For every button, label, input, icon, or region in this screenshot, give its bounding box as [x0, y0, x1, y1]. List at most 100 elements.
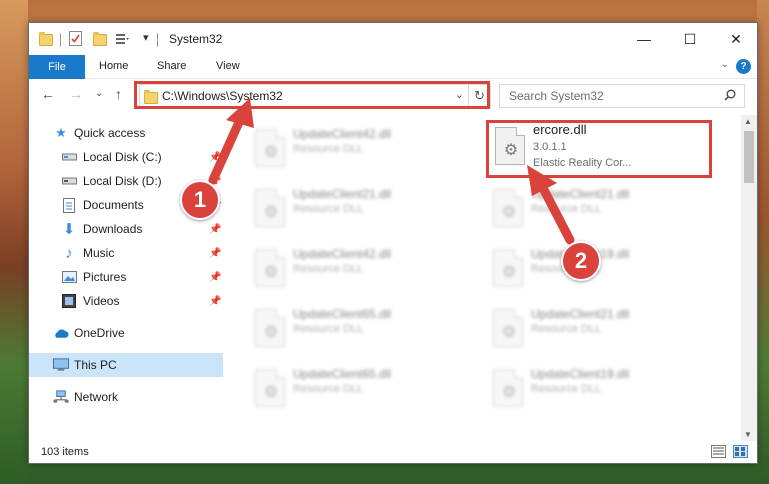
tab-view[interactable]: View — [216, 60, 240, 72]
close-button[interactable]: ✕ — [713, 23, 759, 55]
sidebar-item-this-pc[interactable]: This PC — [29, 353, 223, 377]
file-type: Resource DLL — [531, 323, 602, 335]
pictures-icon — [61, 269, 77, 285]
dll-file-icon: ⚙ — [255, 369, 285, 407]
file-name: UpdateClient42.dll — [293, 247, 392, 261]
download-icon: ⬇ — [62, 221, 76, 238]
gear-icon: ⚙ — [501, 204, 517, 221]
step-badge-1: 1 — [180, 180, 220, 220]
sidebar-item-label: This PC — [74, 358, 117, 372]
item-count: 103 items — [41, 446, 89, 458]
sidebar-item-videos[interactable]: Videos 📌 — [29, 289, 223, 313]
tab-home[interactable]: Home — [99, 60, 128, 72]
window-title: System32 — [169, 32, 223, 46]
file-name: UpdateClient42.dll — [293, 127, 392, 141]
file-type: Resource DLL — [293, 143, 364, 155]
minimize-button[interactable]: — — [621, 23, 667, 55]
file-item[interactable]: ⚙ UpdateClient21.dll Resource DLL — [487, 303, 707, 359]
file-name: UpdateClient65.dll — [293, 307, 392, 321]
gear-icon: ⚙ — [263, 324, 279, 341]
file-highlight — [486, 120, 712, 178]
sidebar-item-music[interactable]: ♪ Music 📌 — [29, 241, 223, 265]
title-separator-2 — [157, 33, 158, 47]
sidebar-item-pictures[interactable]: Pictures 📌 — [29, 265, 223, 289]
sidebar-item-quick-access[interactable]: ★ Quick access — [29, 121, 223, 145]
gear-icon: ⚙ — [263, 384, 279, 401]
ribbon: File Home Share View ⌄ ? — [29, 55, 757, 79]
tab-file[interactable]: File — [29, 55, 85, 79]
help-icon[interactable]: ? — [736, 59, 751, 74]
back-arrow-icon[interactable]: ← — [41, 86, 55, 102]
file-item[interactable]: ⚙ UpdateClient42.dll Resource DLL — [249, 243, 469, 299]
pin-icon: 📌 — [209, 295, 222, 307]
details-view-icon[interactable] — [711, 445, 726, 458]
dll-file-icon: ⚙ — [255, 189, 285, 227]
drive-icon — [61, 173, 77, 189]
vertical-scrollbar[interactable]: ▲ ▼ — [741, 115, 757, 441]
recent-locations-icon[interactable]: ⌄ — [95, 88, 103, 99]
scroll-up-icon[interactable]: ▲ — [744, 117, 752, 126]
sidebar-item-label: Local Disk (C:) — [83, 150, 162, 164]
desktop-background — [0, 0, 28, 484]
file-type: Resource DLL — [531, 383, 602, 395]
search-icon[interactable] — [724, 89, 736, 101]
dll-file-icon: ⚙ — [493, 189, 523, 227]
title-bar: ▾ System32 — ☐ ✕ — [29, 23, 757, 55]
search-input[interactable] — [500, 85, 720, 107]
file-item[interactable]: ⚙ UpdateClient21.dll Resource DLL — [487, 183, 707, 239]
customize-toolbar-icon[interactable] — [115, 32, 129, 46]
navigation-pane: ★ Quick access Local Disk (C:) 📌 Local D… — [29, 115, 225, 441]
gear-icon: ⚙ — [263, 204, 279, 221]
step-badge-2: 2 — [561, 241, 601, 281]
file-item[interactable]: ⚙ UpdateClient19.dll Resource DLL — [487, 363, 707, 419]
file-item[interactable]: ⚙ UpdateClient42.dll Resource DLL — [249, 123, 469, 179]
sidebar-item-label: Downloads — [83, 222, 143, 236]
tab-share[interactable]: Share — [157, 60, 186, 72]
pin-icon: 📌 — [209, 247, 222, 259]
desktop-background-right — [757, 0, 769, 484]
sidebar-item-onedrive[interactable]: OneDrive — [29, 321, 223, 345]
file-name: UpdateClient21.dll — [293, 187, 392, 201]
scrollbar-thumb[interactable] — [744, 131, 754, 183]
properties-icon[interactable] — [69, 31, 82, 46]
cloud-icon — [53, 325, 69, 341]
network-icon — [53, 389, 69, 405]
maximize-button[interactable]: ☐ — [667, 23, 713, 55]
sidebar-item-downloads[interactable]: ⬇ Downloads 📌 — [29, 217, 223, 241]
sidebar-item-label: OneDrive — [74, 326, 125, 340]
dll-file-icon: ⚙ — [493, 249, 523, 287]
up-arrow-icon[interactable]: ↑ — [115, 86, 122, 102]
file-name: UpdateClient21.dll — [531, 307, 630, 321]
status-bar: 103 items — [29, 441, 757, 463]
file-name: UpdateClient19.dll — [531, 367, 630, 381]
sidebar-item-label: Quick access — [74, 126, 146, 140]
gear-icon: ⚙ — [501, 264, 517, 281]
title-separator — [60, 33, 61, 47]
dll-file-icon: ⚙ — [255, 129, 285, 167]
sidebar-item-label: Music — [83, 246, 115, 260]
forward-arrow-icon[interactable]: → — [69, 86, 83, 102]
folder-icon — [39, 32, 53, 46]
sidebar-item-label: Network — [74, 390, 119, 404]
sidebar-item-local-disk-c[interactable]: Local Disk (C:) 📌 — [29, 145, 223, 169]
sidebar-item-label: Local Disk (D:) — [83, 174, 162, 188]
file-item[interactable]: ⚙ UpdateClient65.dll Resource DLL — [249, 303, 469, 359]
scroll-down-icon[interactable]: ▼ — [744, 430, 752, 439]
address-bar-highlight — [134, 81, 490, 109]
file-item[interactable]: ⚙ UpdateClient21.dll Resource DLL — [249, 183, 469, 239]
file-type: Resource DLL — [293, 263, 364, 275]
file-item[interactable]: ⚙ UpdateClient65.dll Resource DLL — [249, 363, 469, 419]
pin-icon: 📌 — [209, 151, 222, 163]
expand-ribbon-icon[interactable]: ⌄ — [721, 59, 729, 70]
search-box[interactable] — [499, 84, 745, 108]
new-folder-icon[interactable] — [93, 32, 107, 46]
tiles-view-icon[interactable] — [733, 445, 748, 458]
sidebar-item-network[interactable]: Network — [29, 385, 223, 409]
quick-access-dropdown-icon[interactable]: ▾ — [143, 31, 149, 44]
file-type: Resource DLL — [293, 323, 364, 335]
file-type: Resource DLL — [531, 203, 602, 215]
drive-icon — [61, 149, 77, 165]
gear-icon: ⚙ — [263, 144, 279, 161]
gear-icon: ⚙ — [501, 384, 517, 401]
pin-icon: 📌 — [209, 223, 222, 235]
